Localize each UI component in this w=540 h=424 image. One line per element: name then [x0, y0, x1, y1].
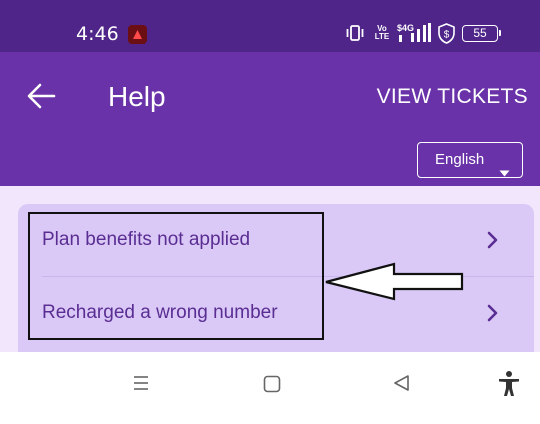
menu-icon[interactable] [131, 373, 151, 398]
alert-icon [128, 25, 147, 44]
chevron-right-icon [487, 231, 499, 254]
battery-icon: 55 [462, 25, 501, 42]
language-select[interactable]: English [417, 142, 523, 178]
status-time: 4:46 [76, 23, 119, 45]
navigation-bar [0, 352, 540, 424]
back-button[interactable] [22, 80, 62, 112]
vibrate-icon [345, 23, 365, 48]
chevron-right-icon [487, 304, 499, 327]
language-selected-value: English [435, 151, 485, 168]
svg-text:$4G: $4G [397, 23, 414, 33]
home-icon[interactable] [262, 374, 282, 399]
page-title: Help [108, 81, 166, 112]
accessibility-icon[interactable] [497, 370, 521, 403]
signal-icon: $4G [397, 23, 433, 50]
volte-icon: Vo LTE [374, 24, 390, 41]
left-arrow-icon [320, 260, 466, 309]
app-bar: Help VIEW TICKETS English [0, 52, 540, 186]
caret-down-icon [499, 156, 510, 189]
highlight-box [28, 212, 324, 340]
back-icon[interactable] [392, 373, 412, 398]
svg-text:$: $ [444, 30, 450, 41]
shield-icon: $ [437, 23, 456, 49]
status-bar: 4:46 Vo LTE $4G $ 55 [0, 0, 540, 52]
arrow-left-icon [27, 83, 56, 109]
view-tickets-button[interactable]: VIEW TICKETS [377, 84, 528, 110]
